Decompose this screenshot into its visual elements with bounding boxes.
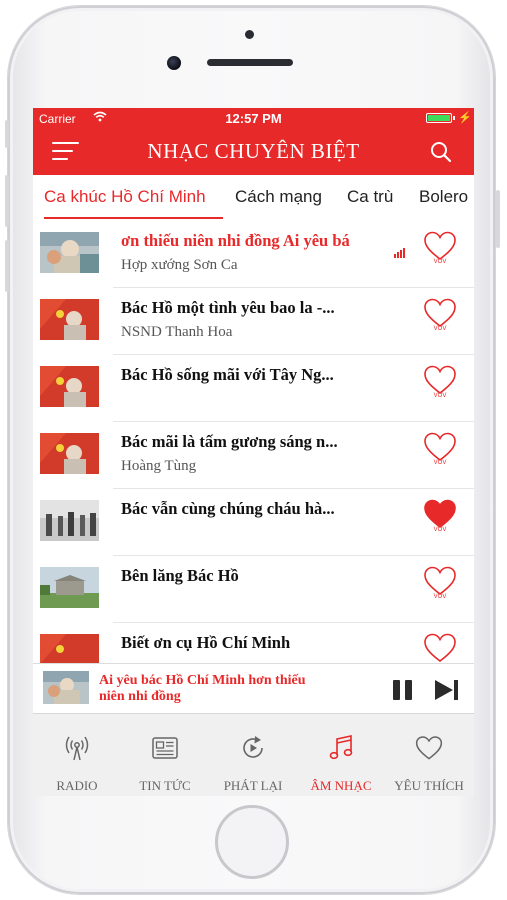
tab-ca-khuc-ho-chi-minh[interactable]: Ca khúc Hồ Chí Minh: [44, 187, 206, 207]
song-title: Bác mãi là tấm gương sáng n...: [121, 432, 338, 451]
equalizer-icon: [394, 248, 408, 258]
radio-icon: [62, 734, 92, 762]
now-playing-thumbnail: [43, 671, 89, 704]
nav-music[interactable]: ÂM NHẠC: [297, 714, 385, 796]
now-playing-bar[interactable]: Ai yêu bác Hồ Chí Minh hơn thiếu niên nh…: [33, 663, 474, 714]
nav-favorites[interactable]: YÊU THÍCH: [385, 714, 473, 796]
nav-replay-label: PHÁT LẠI: [223, 778, 283, 793]
song-thumbnail: [40, 433, 99, 474]
favorite-heart-icon[interactable]: [423, 365, 457, 395]
news-icon: [150, 734, 180, 762]
battery-tip: [453, 116, 455, 120]
next-track-icon[interactable]: [433, 678, 461, 702]
nav-replay[interactable]: PHÁT LẠI: [209, 714, 297, 796]
pause-icon[interactable]: [390, 679, 416, 701]
song-title: ơn thiếu niên nhi đồng Ai yêu bá: [121, 231, 350, 250]
list-item[interactable]: Bác vẫn cùng chúng cháu hà... VOV: [33, 489, 474, 556]
nav-radio-label: RADIO: [56, 778, 98, 793]
status-time: 12:57 PM: [225, 111, 282, 126]
list-item[interactable]: Bác Hồ một tình yêu bao la -... NSND Tha…: [33, 288, 474, 355]
nav-radio[interactable]: RADIO: [33, 714, 121, 796]
active-tab-indicator: [44, 217, 223, 219]
volume-down-button: [5, 240, 9, 292]
tab-ca-tru[interactable]: Ca trù: [347, 187, 393, 207]
vov-caption: VOV: [433, 326, 447, 332]
list-item[interactable]: Bác mãi là tấm gương sáng n... Hoàng Tùn…: [33, 422, 474, 489]
front-camera: [167, 56, 181, 70]
nav-favorites-label: YÊU THÍCH: [394, 778, 464, 793]
song-artist: Hợp xướng Sơn Ca: [121, 257, 238, 273]
song-thumbnail: [40, 366, 99, 407]
nav-news[interactable]: TIN TỨC: [121, 714, 209, 796]
app-screen: Carrier 12:57 PM ⚡ NHẠC CHUYÊN BIỆT Ca k…: [33, 108, 474, 796]
favorite-heart-icon[interactable]: [423, 432, 457, 462]
earpiece-speaker: [207, 59, 293, 66]
list-item[interactable]: ơn thiếu niên nhi đồng Ai yêu bá Hợp xướ…: [33, 221, 474, 288]
battery-icon: [426, 113, 452, 123]
nav-news-label: TIN TỨC: [139, 778, 191, 793]
favorite-heart-icon[interactable]: [423, 566, 457, 596]
now-playing-title: Ai yêu bác Hồ Chí Minh hơn thiếu niên nh…: [99, 673, 306, 704]
vov-caption: VOV: [433, 259, 447, 265]
song-thumbnail: [40, 567, 99, 608]
vov-caption: VOV: [433, 393, 447, 399]
vov-caption: VOV: [433, 460, 447, 466]
list-item[interactable]: Bác Hồ sống mãi với Tây Ng... VOV: [33, 355, 474, 422]
song-artist: NSND Thanh Hoa: [121, 324, 233, 340]
bottom-navigation: RADIO TIN TỨC PHÁT LẠI ÂM NHẠC YÊU THÍCH: [33, 713, 474, 796]
tab-cach-mang[interactable]: Cách mạng: [235, 187, 322, 207]
category-tabs: Ca khúc Hồ Chí Minh Cách mạng Ca trù Bol…: [33, 175, 474, 219]
song-title: Bác Hồ sống mãi với Tây Ng...: [121, 365, 334, 384]
nav-music-label: ÂM NHẠC: [310, 778, 372, 793]
page-title: NHẠC CHUYÊN BIỆT: [147, 139, 360, 163]
music-note-icon: [326, 734, 356, 762]
song-title: Bác Hồ một tình yêu bao la -...: [121, 298, 335, 317]
charging-icon: ⚡: [458, 112, 472, 124]
tab-bolero[interactable]: Bolero: [419, 187, 468, 207]
song-title: Biết ơn cụ Hồ Chí Minh: [121, 633, 291, 652]
search-icon[interactable]: [430, 141, 452, 163]
volume-up-button: [5, 175, 9, 227]
vov-caption: VOV: [433, 594, 447, 600]
power-button: [496, 190, 500, 248]
song-thumbnail: [40, 299, 99, 340]
list-item[interactable]: Bên lăng Bác Hồ VOV: [33, 556, 474, 623]
song-title: Bên lăng Bác Hồ: [121, 566, 239, 585]
front-sensor: [245, 30, 254, 39]
song-thumbnail: [40, 500, 99, 541]
status-bar: Carrier 12:57 PM ⚡: [33, 108, 474, 128]
song-artist: Hoàng Tùng: [121, 458, 197, 474]
song-thumbnail: [40, 232, 99, 273]
home-button[interactable]: [215, 805, 289, 879]
favorite-heart-icon[interactable]: [423, 231, 457, 261]
song-title: Bác vẫn cùng chúng cháu hà...: [121, 499, 335, 518]
replay-icon: [238, 734, 268, 762]
heart-icon: [414, 734, 444, 762]
vov-caption: VOV: [433, 527, 447, 533]
favorite-heart-icon[interactable]: [423, 633, 457, 663]
favorite-heart-icon[interactable]: [423, 298, 457, 328]
favorite-heart-filled-icon[interactable]: [423, 499, 457, 529]
app-header: Carrier 12:57 PM ⚡ NHẠC CHUYÊN BIỆT: [33, 108, 474, 175]
mute-switch: [5, 120, 9, 148]
